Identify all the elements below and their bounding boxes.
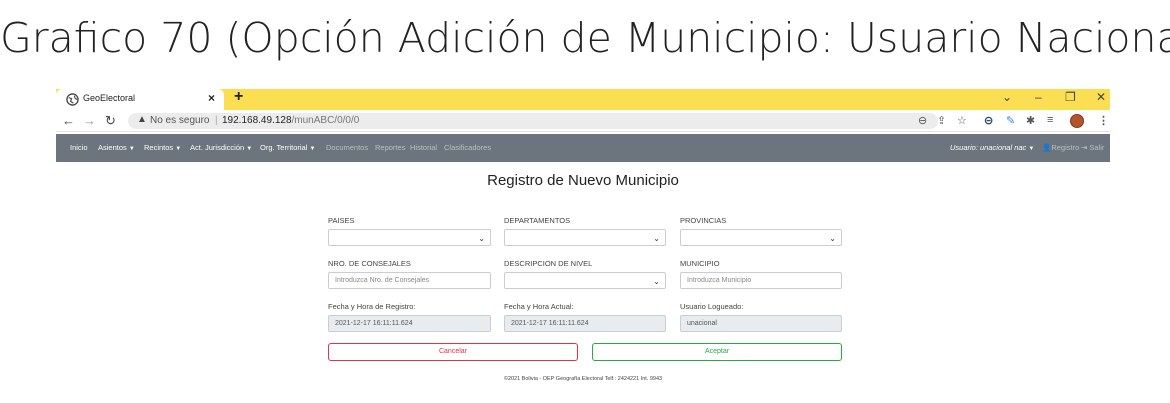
- departamentos-select[interactable]: ⌄: [504, 229, 666, 246]
- browser-toolbar: ← → ↻ ▲ No es seguro | 192.168.49.128/mu…: [56, 110, 1110, 132]
- tab-close-icon[interactable]: ×: [208, 91, 215, 105]
- nav-label: Org. Territorial: [260, 143, 308, 152]
- nivel-label: DESCRIPCION DE NIVEL: [504, 259, 593, 268]
- fecha-actual-field: 2021-12-17 16:11:11.624: [504, 315, 666, 332]
- back-icon[interactable]: ←: [62, 113, 75, 128]
- consejales-label: NRO. DE CONSEJALES: [328, 259, 411, 268]
- nav-item-asientos[interactable]: Asientos ▼: [98, 143, 135, 152]
- caret-down-icon: ▼: [175, 146, 182, 152]
- municipio-input[interactable]: Introduzca Municipio: [680, 272, 842, 289]
- menu-dots-icon[interactable]: ⋮: [1098, 114, 1109, 127]
- fecha-actual-label: Fecha y Hora Actual:: [504, 302, 574, 311]
- app-navbar: Inicio Asientos ▼ Recintos ▼ Act. Jurisd…: [56, 134, 1110, 162]
- nav-item-inicio[interactable]: Inicio: [70, 143, 88, 152]
- logout-icon: ⇥: [1081, 143, 1088, 152]
- restore-icon[interactable]: ❐: [1065, 90, 1076, 104]
- caret-down-icon: ▼: [1028, 146, 1035, 152]
- chevron-down-icon: ⌄: [653, 234, 660, 243]
- address-bar[interactable]: ▲ No es seguro | 192.168.49.128/munABC/0…: [128, 113, 938, 129]
- chevron-down-icon: ⌄: [829, 234, 836, 243]
- chevron-down-icon: ⌄: [653, 277, 660, 286]
- nav-item-recintos[interactable]: Recintos ▼: [144, 143, 181, 152]
- profile-avatar[interactable]: [1070, 114, 1084, 128]
- salir-link[interactable]: ⇥ Salir: [1081, 143, 1104, 152]
- footer-text: ©2021 Bolivia - OEP Geografía Electoral …: [503, 376, 663, 382]
- caret-down-icon: ▼: [246, 146, 253, 152]
- fecha-registro-field: 2021-12-17 16:11:11.624: [328, 315, 491, 332]
- municipio-label: MUNICIPIO: [680, 259, 720, 268]
- url-host: 192.168.49.128: [222, 115, 292, 126]
- slide-title: Grafico 70 (Opción Adición de Municipio:…: [0, 14, 1170, 62]
- provincias-select[interactable]: ⌄: [680, 229, 842, 246]
- usuario-label: Usuario Logueado:: [680, 302, 744, 311]
- minimize-icon[interactable]: –: [1035, 90, 1042, 104]
- nav-item-org-territorial[interactable]: Org. Territorial ▼: [260, 143, 315, 152]
- accept-button[interactable]: Aceptar: [592, 343, 842, 361]
- nav-label: Recintos: [144, 143, 174, 152]
- nav-item-clasificadores[interactable]: Clasificadores: [444, 143, 491, 152]
- user-label: Usuario: unacional nac: [950, 143, 1027, 152]
- consejales-input[interactable]: Introduzca Nro. de Consejales: [328, 272, 491, 289]
- paises-select[interactable]: ⌄: [328, 229, 491, 246]
- reload-icon[interactable]: ↻: [105, 113, 116, 129]
- browser-window: GeoElectoral × + ⌄ – ❐ ✕ ← → ↻ ▲ No es s…: [56, 88, 1110, 392]
- registro-link[interactable]: 👤Registro: [1042, 143, 1079, 152]
- departamentos-label: DEPARTAMENTOS: [504, 216, 571, 225]
- close-window-icon[interactable]: ✕: [1096, 90, 1106, 104]
- usuario-field: unacional: [680, 315, 842, 332]
- nav-item-reportes[interactable]: Reportes: [375, 143, 405, 152]
- nav-label: Act. Jurisdicción: [190, 143, 245, 152]
- tab-strip: GeoElectoral × + ⌄ – ❐ ✕: [56, 88, 1110, 110]
- puzzle-icon[interactable]: ✱: [1026, 114, 1035, 127]
- globe-icon: [66, 93, 79, 106]
- nav-item-documentos[interactable]: Documentos: [326, 143, 368, 152]
- provincias-label: PROVINCIAS: [680, 216, 727, 225]
- star-icon[interactable]: ☆: [957, 114, 967, 127]
- registro-label: Registro: [1051, 143, 1080, 152]
- nav-item-historial[interactable]: Historial: [410, 143, 437, 152]
- security-status[interactable]: No es seguro: [150, 115, 209, 126]
- nivel-select[interactable]: ⌄: [504, 272, 666, 289]
- url-text[interactable]: 192.168.49.128/munABC/0/0/0: [222, 115, 359, 126]
- extension-g-icon[interactable]: ⊝: [984, 114, 993, 127]
- fecha-registro-label: Fecha y Hora de Registro:: [328, 302, 416, 311]
- user-plus-icon: 👤: [1042, 143, 1052, 152]
- reading-list-icon[interactable]: ≡: [1047, 114, 1053, 126]
- extension-pen-icon[interactable]: ✎: [1006, 114, 1015, 127]
- url-separator: |: [215, 115, 218, 126]
- nav-label: Asientos: [98, 143, 127, 152]
- share-icon[interactable]: ⇪: [937, 114, 946, 127]
- tab-title: GeoElectoral: [83, 93, 136, 103]
- caret-down-icon: ▼: [309, 146, 316, 152]
- chevron-down-icon: ⌄: [478, 234, 485, 243]
- salir-label: Salir: [1089, 143, 1105, 152]
- forward-icon[interactable]: →: [83, 113, 96, 128]
- url-path: /munABC/0/0/0: [291, 115, 360, 126]
- caret-down-icon: ▼: [128, 146, 135, 152]
- new-tab-button[interactable]: +: [234, 88, 243, 106]
- paises-label: PAISES: [328, 216, 355, 225]
- page-title: Registro de Nuevo Municipio: [487, 172, 679, 189]
- warning-icon: ▲: [137, 114, 147, 125]
- user-menu[interactable]: Usuario: unacional nac ▼: [950, 143, 1034, 152]
- tab-geoelectoral[interactable]: GeoElectoral ×: [56, 89, 224, 110]
- zoom-icon[interactable]: ⊖: [918, 114, 927, 127]
- tab-search-icon[interactable]: ⌄: [1002, 90, 1012, 104]
- nav-item-act-jurisdiccion[interactable]: Act. Jurisdicción ▼: [190, 143, 252, 152]
- cancel-button[interactable]: Cancelar: [328, 343, 578, 361]
